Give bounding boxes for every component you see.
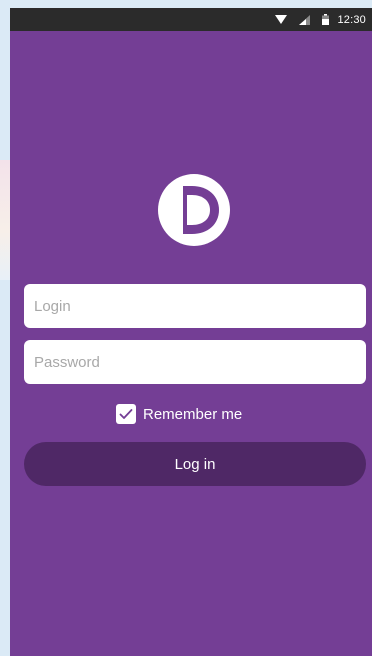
remember-me-toggle[interactable]: Remember me	[116, 403, 242, 425]
remember-me-label: Remember me	[143, 405, 243, 423]
status-time: 12:30	[337, 13, 366, 26]
login-input[interactable]	[24, 284, 366, 328]
signal-icon	[299, 14, 311, 25]
login-button[interactable]: Log in	[24, 442, 366, 486]
wifi-icon	[275, 14, 288, 25]
battery-icon	[322, 14, 330, 25]
status-bar: 12:30	[10, 8, 372, 31]
checkmark-icon	[119, 409, 133, 419]
password-input[interactable]	[24, 340, 366, 384]
d-logo-icon	[157, 173, 231, 247]
phone-screen: 12:30 Remember me Log in	[10, 8, 372, 656]
remember-me-checkbox[interactable]	[116, 404, 136, 424]
